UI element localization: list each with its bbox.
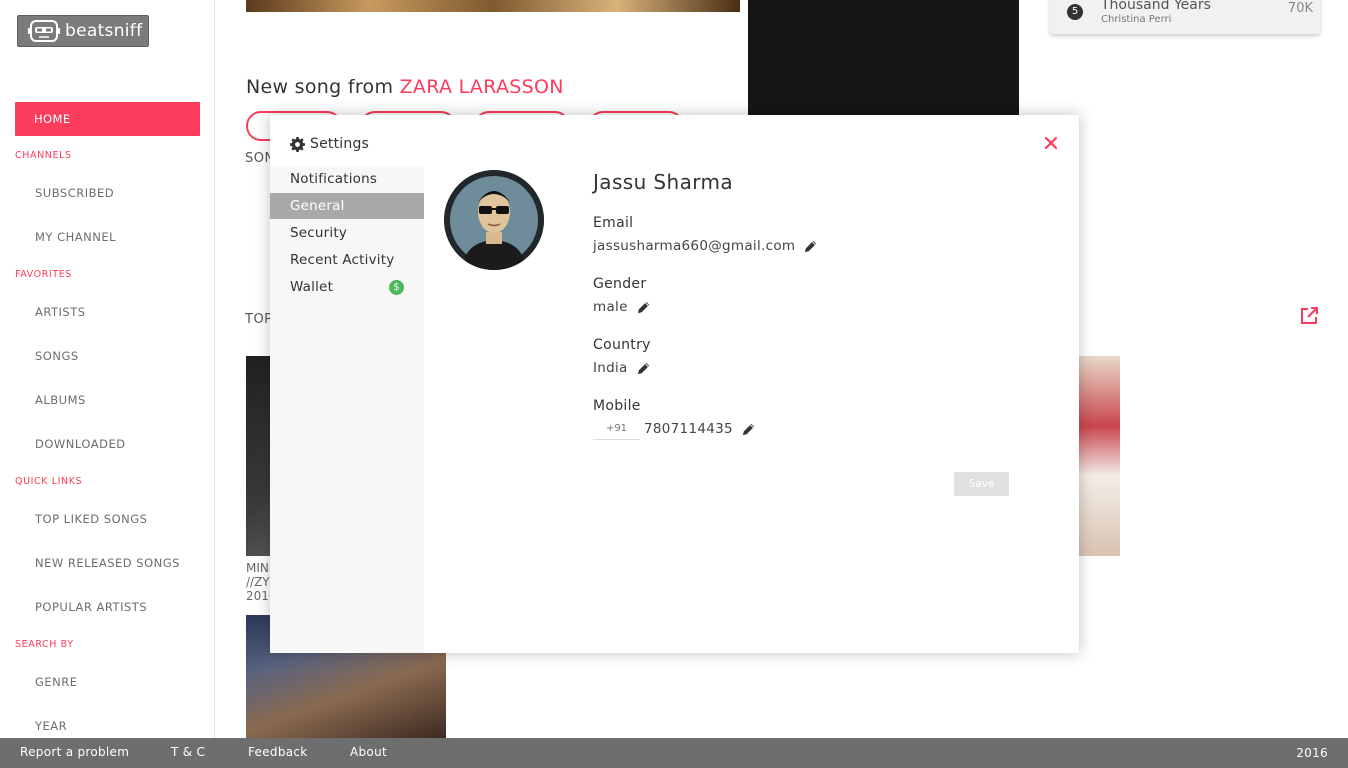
sidebar-heading-channels: CHANNELS [15, 150, 72, 161]
sidebar-item-albums[interactable]: ALBUMS [35, 393, 86, 407]
song-play-count: 70K [1287, 1, 1313, 16]
sidebar-item-songs[interactable]: SONGS [35, 349, 79, 363]
album-card-image-3[interactable] [1079, 356, 1120, 556]
avatar[interactable] [444, 170, 544, 270]
brand-name: beatsniff [65, 21, 143, 41]
rank-badge: 5 [1067, 4, 1083, 20]
new-song-artist-link[interactable]: ZARA LARASSON [400, 76, 564, 98]
new-song-prefix: New song from [246, 76, 400, 98]
avatar-person-icon [444, 170, 544, 270]
sidebar: beatsniff HOME CHANNELS SUBSCRIBED MY CH… [0, 0, 215, 738]
external-link-icon[interactable] [1299, 306, 1319, 326]
settings-tab-wallet-label: Wallet [290, 279, 334, 295]
profile-name: Jassu Sharma [593, 170, 734, 194]
sidebar-item-my-channel[interactable]: MY CHANNEL [35, 230, 116, 244]
edit-email-pencil-icon[interactable] [803, 239, 818, 254]
sidebar-heading-quick-links: QUICK LINKS [15, 476, 83, 487]
email-label: Email [593, 215, 634, 231]
app-window: New song from ZARA LARASSON SON TOP MIN … [0, 0, 1348, 768]
gender-row: male [593, 299, 651, 315]
footer-link-terms[interactable]: T & C [171, 745, 205, 759]
country-value: India [593, 360, 628, 376]
video-player[interactable] [748, 0, 1019, 116]
edit-country-pencil-icon[interactable] [636, 361, 651, 376]
top-section-label: TOP [245, 312, 273, 327]
footer-link-feedback[interactable]: Feedback [248, 745, 308, 759]
sidebar-item-year[interactable]: YEAR [35, 719, 67, 733]
footer-link-report-problem[interactable]: Report a problem [20, 745, 129, 759]
email-value: jassusharma660@gmail.com [593, 238, 796, 254]
sidebar-item-artists[interactable]: ARTISTS [35, 305, 86, 319]
email-row: jassusharma660@gmail.com [593, 238, 818, 254]
song-title[interactable]: Thousand Years [1101, 0, 1211, 13]
sidebar-item-home[interactable]: HOME [15, 102, 200, 136]
settings-tab-general[interactable]: General [270, 193, 424, 219]
sidebar-item-top-liked-songs[interactable]: TOP LIKED SONGS [35, 512, 147, 526]
settings-tab-security[interactable]: Security [270, 220, 424, 246]
edit-gender-pencil-icon[interactable] [636, 300, 651, 315]
footer: Report a problem T & C Feedback About 20… [0, 738, 1348, 768]
settings-nav: Notifications General Security Recent Ac… [270, 166, 424, 653]
sidebar-heading-search-by: SEARCH BY [15, 639, 74, 650]
brand-logo[interactable]: beatsniff [17, 15, 149, 47]
wallet-dollar-icon: $ [389, 280, 404, 295]
close-icon[interactable] [1042, 134, 1060, 152]
gear-icon [290, 136, 305, 152]
sidebar-item-subscribed[interactable]: SUBSCRIBED [35, 186, 114, 200]
gender-label: Gender [593, 276, 647, 292]
edit-mobile-pencil-icon[interactable] [741, 422, 756, 437]
sidebar-item-new-released-songs[interactable]: NEW RELEASED SONGS [35, 556, 180, 570]
country-code-input[interactable] [593, 418, 640, 440]
save-button[interactable]: Save [954, 472, 1009, 496]
mobile-value: 7807114435 [644, 421, 733, 437]
country-row: India [593, 360, 651, 376]
settings-header: Settings [290, 136, 369, 152]
settings-title: Settings [310, 136, 370, 152]
top-song-card[interactable]: 5 Thousand Years Christina Perri 70K [1050, 0, 1320, 34]
settings-modal: Settings Notifications General Security … [270, 115, 1079, 653]
sidebar-item-genre[interactable]: GENRE [35, 675, 78, 689]
footer-link-about[interactable]: About [350, 745, 387, 759]
sidebar-heading-favorites: FAVORITES [15, 269, 72, 280]
featured-video-thumbnail[interactable] [246, 0, 740, 12]
footer-year: 2016 [1296, 746, 1328, 760]
sidebar-item-popular-artists[interactable]: POPULAR ARTISTS [35, 600, 147, 614]
settings-tab-recent-activity[interactable]: Recent Activity [270, 247, 424, 273]
logo-robot-icon [28, 20, 60, 42]
song-artist: Christina Perri [1101, 14, 1172, 25]
sidebar-item-downloaded[interactable]: DOWNLOADED [35, 437, 126, 451]
settings-tab-notifications[interactable]: Notifications [270, 166, 424, 192]
country-label: Country [593, 337, 651, 353]
gender-value: male [593, 299, 628, 315]
mobile-row: 7807114435 [593, 418, 756, 440]
settings-tab-wallet[interactable]: Wallet $ [270, 274, 424, 300]
mobile-label: Mobile [593, 398, 641, 414]
new-song-heading: New song from ZARA LARASSON [246, 76, 564, 98]
